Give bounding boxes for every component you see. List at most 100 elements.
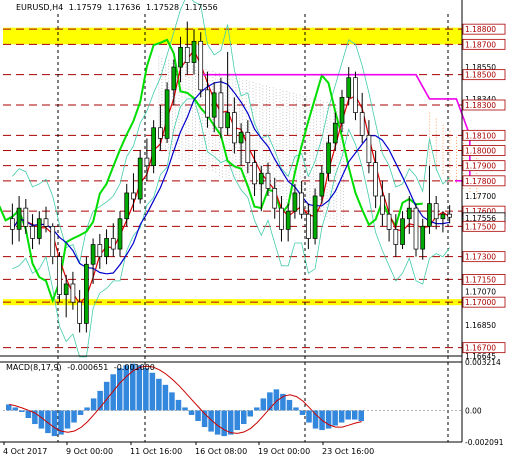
macd-bar	[358, 410, 364, 422]
macd-bar	[247, 410, 254, 417]
trading-chart[interactable]: 1.18800 1.18700 1.18550 1.18500 1.18340 1.183…	[0, 0, 506, 466]
close-value: 1.17556	[184, 3, 218, 12]
candle-body	[393, 229, 399, 245]
candle-body	[279, 207, 284, 230]
candle-body	[144, 157, 150, 167]
candle-body	[359, 112, 365, 136]
price-axis-label: 1.17150	[465, 275, 496, 284]
macd-bar	[195, 410, 201, 422]
macd-bar	[260, 398, 267, 411]
macd-bar	[293, 407, 299, 411]
time-axis-label: 16 Oct 08:00	[195, 447, 247, 456]
macd-bar	[51, 410, 58, 437]
candle-body	[238, 131, 244, 144]
macd-axis-label: 0.00	[465, 406, 482, 415]
candle-body	[124, 192, 130, 220]
candle-body	[191, 40, 197, 63]
candle-body	[16, 207, 22, 230]
macd-axis-label: 0.003214	[465, 358, 501, 367]
macd-bar	[71, 410, 77, 423]
macd-bar	[103, 381, 110, 411]
price-axis-label: 1.16850	[465, 321, 496, 330]
candle-body	[326, 142, 331, 174]
symbol-label: EURUSD,H4	[16, 3, 64, 12]
candle-body	[50, 225, 56, 258]
candle-body	[131, 192, 136, 200]
low-value: 1.17528	[146, 3, 180, 12]
candle-body	[225, 112, 230, 129]
time-axis-label: 9 Oct 00:00	[66, 447, 113, 456]
candle-body	[319, 172, 325, 197]
macd-bar	[240, 410, 247, 425]
price-axis-label: 1.17300	[465, 253, 496, 262]
macd-bar	[12, 407, 19, 411]
macd-label: MACD(8,17,9)	[6, 363, 62, 372]
macd-axis-label: -0.002091	[465, 438, 504, 447]
candle-body	[292, 192, 298, 212]
candle-body	[70, 283, 76, 303]
candle-body	[171, 66, 177, 91]
macd-bar	[169, 392, 175, 411]
candle-body	[380, 195, 385, 215]
macd-bar	[299, 410, 306, 415]
candle-body	[151, 127, 156, 167]
macd-bar	[6, 404, 12, 411]
candle-body	[440, 213, 446, 220]
macd-bar	[143, 368, 149, 411]
candle-body	[158, 127, 163, 139]
macd-bar	[116, 368, 123, 411]
macd-bar	[182, 407, 188, 411]
candle-body	[406, 207, 412, 220]
chart-header: EURUSD,H4 1.17579 1.17636 1.17528 1.1755…	[16, 3, 221, 12]
time-axis-label: 19 Oct 00:00	[258, 447, 310, 456]
macd-bar	[175, 399, 182, 411]
time-axis-label: 23 Oct 16:00	[322, 447, 374, 456]
candle-body	[433, 203, 439, 220]
candle-body	[63, 283, 69, 295]
candle-body	[299, 192, 304, 215]
macd-bar	[286, 399, 293, 411]
price-axis-label: 1.17700	[465, 192, 496, 201]
candle-body	[258, 172, 264, 185]
macd-bar	[351, 410, 358, 420]
candle-body	[205, 89, 210, 118]
candle-body	[245, 131, 251, 163]
candle-body	[366, 134, 372, 163]
price-axis-label: 1.17900	[465, 162, 496, 171]
macd-header: MACD(8,17,9) -0.000651 -0.001000	[6, 363, 158, 372]
candle-body	[218, 92, 224, 129]
candle-body	[184, 47, 190, 63]
candle-body	[23, 207, 29, 227]
candle-body	[211, 92, 217, 118]
price-axis-label: 1.18800	[465, 25, 496, 34]
macd-signal-value: -0.001000	[113, 363, 155, 372]
price-chart-svg[interactable]: 1.188001.187001.185501.185001.183401.183…	[0, 0, 506, 466]
price-axis-label: 1.18100	[465, 131, 496, 140]
candle-body	[312, 195, 318, 239]
candle-body	[232, 112, 237, 144]
macd-bar	[162, 384, 169, 411]
candle-body	[10, 218, 15, 230]
macd-bar	[227, 410, 234, 435]
candle-body	[30, 225, 35, 239]
price-axis-label: 1.18000	[465, 146, 496, 155]
macd-bar	[110, 374, 116, 411]
price-axis-label: 1.17070	[465, 288, 496, 297]
candle-body	[373, 162, 378, 197]
price-axis-label: 1.17800	[465, 177, 496, 186]
price-axis-label: 1.18500	[465, 71, 496, 80]
candle-body	[272, 188, 278, 209]
time-axis-label: 11 Oct 16:00	[130, 447, 182, 456]
macd-bar	[84, 407, 90, 411]
candle-body	[265, 172, 271, 189]
price-axis-label: 1.17500	[465, 222, 496, 231]
macd-bar	[338, 410, 345, 423]
candle-body	[427, 203, 432, 227]
macd-bar	[254, 407, 260, 411]
candle-body	[447, 213, 452, 218]
macd-bar	[214, 410, 221, 435]
macd-bar	[77, 410, 84, 415]
macd-bar	[221, 410, 227, 437]
macd-bar	[123, 365, 130, 411]
candle-body	[400, 218, 405, 245]
